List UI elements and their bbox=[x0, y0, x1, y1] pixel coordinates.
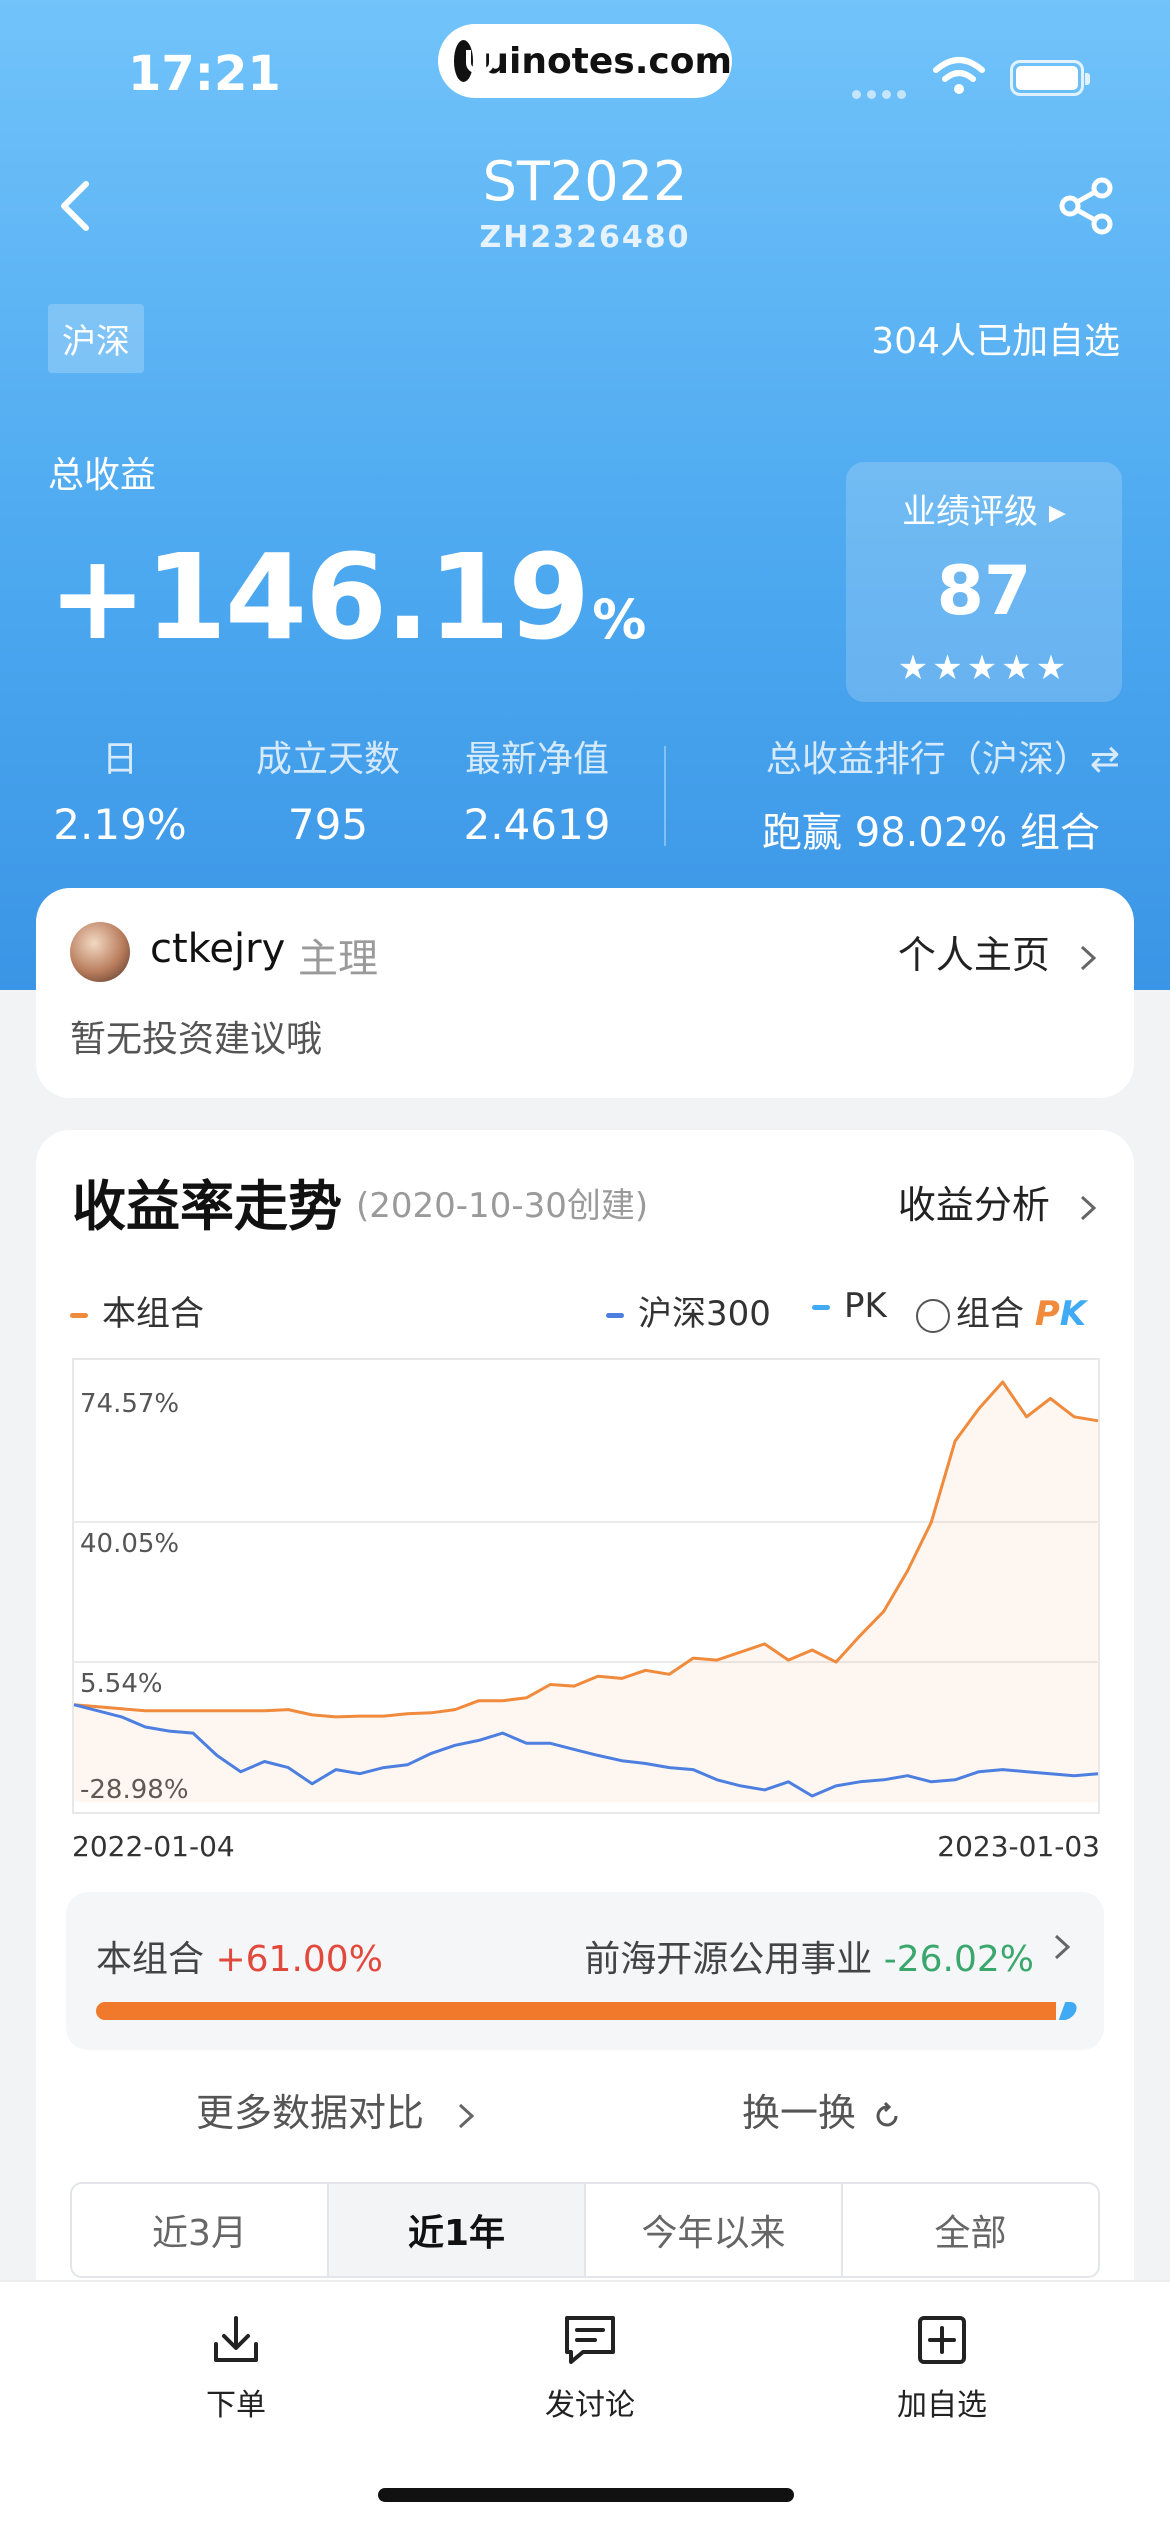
refresh-icon bbox=[876, 2101, 898, 2126]
chevron-right-icon bbox=[1080, 1195, 1097, 1220]
manager-card: ctkejry 主理 个人主页 暂无投资建议哦 bbox=[36, 888, 1134, 1098]
chart-title: 收益率走势 bbox=[72, 1175, 342, 1238]
stat-label-nav: 最新净值 bbox=[464, 739, 609, 780]
stat-value-days: 795 bbox=[287, 800, 369, 849]
order-button[interactable]: 下单 bbox=[136, 2312, 336, 2424]
return-trend-card: 收益率走势 (2020-10-30创建) 收益分析 本组合 沪深300 PK 组… bbox=[36, 1130, 1134, 2310]
pk-rival: 前海开源公用事业 -26.02% bbox=[584, 1939, 1034, 1980]
status-time: 17:21 bbox=[128, 46, 281, 102]
personal-homepage-link[interactable]: 个人主页 bbox=[898, 924, 1100, 979]
swap-button[interactable]: 换一换 bbox=[742, 2082, 902, 2137]
chevron-right-icon bbox=[1054, 1934, 1071, 1960]
tab-1-year[interactable]: 近1年 bbox=[329, 2184, 586, 2276]
uinotes-logo-icon bbox=[454, 40, 495, 82]
signal-dots-icon bbox=[852, 84, 914, 99]
star-rating-icon: ★★★★★ bbox=[897, 648, 1071, 688]
pk-rival-value: -26.02% bbox=[883, 1939, 1034, 1980]
legend-index-marker bbox=[606, 1313, 624, 1318]
battery-icon bbox=[1010, 60, 1090, 96]
add-to-watchlist-button[interactable]: 加自选 bbox=[842, 2312, 1042, 2424]
more-data-compare-link[interactable]: 更多数据对比 bbox=[196, 2082, 478, 2137]
market-tag: 沪深 bbox=[48, 304, 144, 373]
legend-portfolio-marker bbox=[70, 1313, 88, 1318]
portfolio-code: ZH2326480 bbox=[479, 220, 691, 255]
pk-portfolio-value: +61.00% bbox=[215, 1939, 383, 1980]
pk-portfolio: 本组合 +61.00% bbox=[96, 1939, 383, 1980]
manager-role: 主理 bbox=[298, 936, 378, 982]
chevron-right-icon bbox=[1080, 945, 1097, 970]
order-label: 下单 bbox=[206, 2388, 266, 2423]
return-analysis-link[interactable]: 收益分析 bbox=[898, 1174, 1100, 1229]
pk-progress-bar bbox=[96, 2002, 1080, 2020]
comment-icon bbox=[565, 2316, 615, 2364]
tab-3-months[interactable]: 近3月 bbox=[72, 2184, 329, 2276]
x-label-start: 2022-01-04 bbox=[72, 1830, 235, 1863]
add-square-icon bbox=[918, 2316, 966, 2364]
legend-index: 沪深300 bbox=[606, 1286, 771, 1335]
watermark-pill: uinotes.com bbox=[438, 24, 732, 98]
compare-portfolio-toggle[interactable]: 组合 PK bbox=[916, 1286, 1086, 1335]
tab-all[interactable]: 全部 bbox=[843, 2184, 1098, 2276]
legend-pk: PK bbox=[812, 1286, 887, 1326]
stat-value-nav: 2.4619 bbox=[463, 800, 611, 849]
pk-bar-portfolio bbox=[96, 2002, 1057, 2020]
legend-portfolio: 本组合 bbox=[70, 1286, 204, 1335]
total-return-label: 总收益 bbox=[48, 455, 157, 496]
portfolio-title: ST2022 bbox=[482, 150, 688, 213]
followers-count: 304人已加自选 bbox=[871, 321, 1120, 362]
legend-pk-marker bbox=[812, 1305, 830, 1310]
stat-label-days: 成立天数 bbox=[255, 739, 400, 780]
tab-year-to-date[interactable]: 今年以来 bbox=[586, 2184, 843, 2276]
pk-badge: PK bbox=[1034, 1294, 1087, 1334]
discuss-button[interactable]: 发讨论 bbox=[490, 2312, 690, 2424]
y-tick-label: 74.57% bbox=[80, 1389, 179, 1419]
discuss-label: 发讨论 bbox=[545, 2388, 635, 2423]
return-chart[interactable]: 74.57%40.05%5.54%-28.98% bbox=[72, 1358, 1100, 1814]
pk-bar-rival bbox=[1059, 2002, 1080, 2020]
manager-name[interactable]: ctkejry bbox=[150, 926, 285, 972]
home-indicator bbox=[378, 2488, 794, 2502]
chart-created-date: (2020-10-30创建) bbox=[356, 1186, 649, 1226]
stat-value-day: 2.19% bbox=[53, 800, 187, 849]
share-icon[interactable] bbox=[1056, 176, 1116, 236]
radio-icon[interactable] bbox=[916, 1298, 950, 1333]
range-tabs: 近3月 近1年 今年以来 全部 bbox=[70, 2182, 1100, 2278]
rating-label: 业绩评级 ▸ bbox=[902, 492, 1066, 532]
y-tick-label: 40.05% bbox=[80, 1529, 179, 1559]
x-label-end: 2023-01-03 bbox=[937, 1830, 1100, 1863]
stat-label-day: 日 bbox=[101, 739, 138, 780]
avatar[interactable] bbox=[70, 922, 130, 982]
rank-value: 跑赢 98.02% 组合 bbox=[762, 810, 1100, 856]
download-icon bbox=[214, 2316, 258, 2362]
watermark-text: uinotes.com bbox=[483, 40, 732, 82]
add-watch-label: 加自选 bbox=[897, 2388, 987, 2423]
rating-score: 87 bbox=[936, 552, 1032, 631]
wifi-icon bbox=[933, 57, 985, 94]
chevron-right-icon bbox=[459, 2103, 475, 2128]
rank-label[interactable]: 总收益排行（沪深）⇄ bbox=[700, 730, 1120, 782]
y-tick-label: 5.54% bbox=[80, 1669, 163, 1699]
pk-compare-box[interactable]: 本组合 +61.00% 前海开源公用事业 -26.02% bbox=[66, 1892, 1104, 2050]
performance-rating-card[interactable]: 业绩评级 ▸ 87 ★★★★★ bbox=[846, 462, 1122, 702]
investment-advice: 暂无投资建议哦 bbox=[70, 1019, 323, 1060]
stats-divider bbox=[664, 746, 666, 846]
total-return-value: +146.19% bbox=[48, 528, 646, 666]
